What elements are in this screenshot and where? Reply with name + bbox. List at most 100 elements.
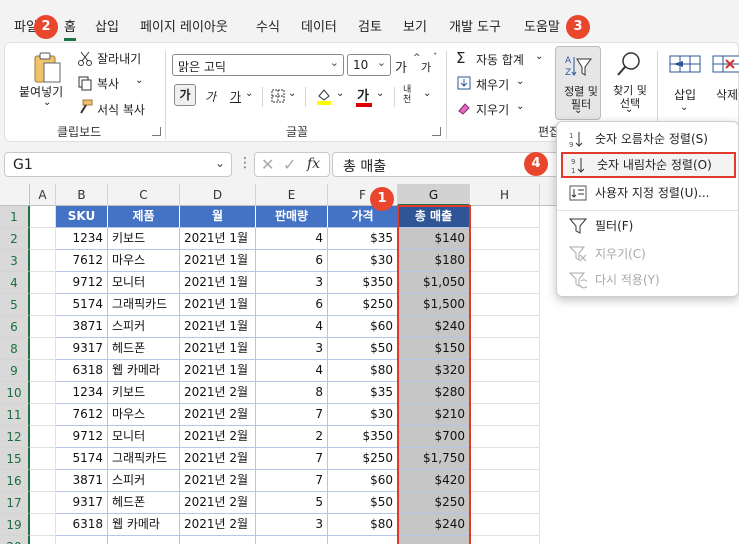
cell[interactable]: 2021년 1월 — [180, 272, 256, 294]
cell[interactable]: 5 — [256, 492, 328, 514]
cell[interactable]: 7612 — [56, 250, 108, 272]
font-color-button[interactable]: 가 — [357, 85, 369, 104]
cell[interactable]: 4 — [256, 228, 328, 250]
cell[interactable]: 2021년 1월 — [180, 360, 256, 382]
tab-help[interactable]: 도움말 — [524, 16, 560, 35]
column-header-c[interactable]: C — [108, 184, 180, 206]
cell[interactable]: 9317 — [56, 492, 108, 514]
fill-button[interactable]: 채우기 — [476, 76, 509, 93]
fill-dropdown-icon[interactable]: ⌄ — [516, 76, 524, 87]
cell[interactable] — [470, 492, 540, 514]
column-header-b[interactable]: B — [56, 184, 108, 206]
cell[interactable]: 6318 — [56, 360, 108, 382]
cell[interactable]: 3 — [256, 514, 328, 536]
cell[interactable] — [470, 206, 540, 228]
paste-dropdown-icon[interactable]: ⌄ — [43, 97, 51, 108]
cell[interactable] — [470, 228, 540, 250]
paste-icon[interactable] — [31, 51, 65, 85]
clipboard-launcher-icon[interactable] — [152, 127, 161, 136]
border-dropdown-icon[interactable]: ⌄ — [288, 88, 296, 99]
cell[interactable]: 2021년 2월 — [180, 448, 256, 470]
more-options-icon[interactable]: ⋮ — [238, 155, 252, 171]
cell[interactable] — [30, 426, 56, 448]
font-size-select[interactable]: 10 ⌄ — [347, 54, 391, 76]
row-header[interactable]: 10 — [0, 382, 30, 404]
cell[interactable]: 6 — [256, 250, 328, 272]
row-header[interactable]: 16 — [0, 470, 30, 492]
cell[interactable] — [108, 536, 180, 544]
clear-dropdown-icon[interactable]: ⌄ — [516, 101, 524, 112]
font-color-dropdown-icon[interactable]: ⌄ — [376, 88, 384, 99]
cell[interactable] — [470, 426, 540, 448]
cell[interactable] — [30, 404, 56, 426]
cell[interactable] — [256, 536, 328, 544]
cell[interactable]: $35 — [328, 228, 398, 250]
tab-home[interactable]: 홈 — [64, 16, 76, 41]
cell[interactable]: 키보드 — [108, 382, 180, 404]
cell[interactable]: 마우스 — [108, 250, 180, 272]
cancel-icon[interactable]: ✕ — [261, 155, 274, 174]
cell[interactable] — [398, 536, 470, 544]
cell[interactable]: 2021년 1월 — [180, 316, 256, 338]
cell[interactable] — [470, 316, 540, 338]
table-header-cell[interactable]: SKU — [56, 206, 108, 228]
cell[interactable]: $420 — [398, 470, 470, 492]
cell[interactable]: 2 — [256, 426, 328, 448]
cell[interactable] — [30, 316, 56, 338]
find-select-button[interactable]: 찾기 및 선택 ⌄ — [605, 46, 651, 120]
row-header[interactable]: 17 — [0, 492, 30, 514]
cell[interactable]: $30 — [328, 250, 398, 272]
border-icon[interactable] — [271, 89, 285, 103]
clear-button[interactable]: 지우기 — [476, 101, 509, 118]
cell[interactable]: $240 — [398, 514, 470, 536]
name-box[interactable]: G1 ⌄ — [4, 152, 232, 177]
cell[interactable] — [30, 470, 56, 492]
menu-item-filter[interactable]: 필터(F) — [561, 213, 736, 239]
cell[interactable] — [30, 206, 56, 228]
cell[interactable]: $140 — [398, 228, 470, 250]
cell[interactable]: $240 — [398, 316, 470, 338]
cell[interactable]: 그래픽카드 — [108, 448, 180, 470]
fill-color-icon[interactable] — [315, 87, 333, 105]
cell[interactable] — [30, 536, 56, 544]
tab-formulas[interactable]: 수식 — [256, 16, 280, 35]
cell[interactable]: 웹 카메라 — [108, 360, 180, 382]
row-header[interactable]: 11 — [0, 404, 30, 426]
cell[interactable]: $60 — [328, 470, 398, 492]
cell[interactable] — [470, 294, 540, 316]
cell[interactable] — [470, 338, 540, 360]
cell[interactable]: 7612 — [56, 404, 108, 426]
row-header[interactable]: 3 — [0, 250, 30, 272]
cell[interactable]: $250 — [398, 492, 470, 514]
cell[interactable]: 2021년 2월 — [180, 426, 256, 448]
underline-dropdown-icon[interactable]: ⌄ — [245, 88, 253, 99]
cell[interactable] — [470, 514, 540, 536]
cell[interactable]: $210 — [398, 404, 470, 426]
cell[interactable]: $350 — [328, 426, 398, 448]
cell[interactable]: 2021년 2월 — [180, 404, 256, 426]
cell[interactable]: $80 — [328, 514, 398, 536]
cell[interactable]: 7 — [256, 404, 328, 426]
tab-insert[interactable]: 삽입 — [95, 16, 119, 35]
row-header[interactable]: 20 — [0, 536, 30, 544]
cell[interactable] — [470, 470, 540, 492]
table-header-cell[interactable]: 판매량 — [256, 206, 328, 228]
row-header[interactable]: 15 — [0, 448, 30, 470]
cell[interactable]: $50 — [328, 338, 398, 360]
menu-item-sort-descending[interactable]: 91 숫자 내림차순 정렬(O) — [561, 152, 736, 178]
cell[interactable]: $320 — [398, 360, 470, 382]
cell[interactable]: 5174 — [56, 448, 108, 470]
insert-function-icon[interactable]: fx — [307, 156, 320, 172]
cell[interactable]: $30 — [328, 404, 398, 426]
cell[interactable]: 키보드 — [108, 228, 180, 250]
cell[interactable]: $35 — [328, 382, 398, 404]
cell[interactable]: $350 — [328, 272, 398, 294]
menu-item-custom-sort[interactable]: 사용자 지정 정렬(U)... — [561, 180, 736, 206]
cell[interactable] — [30, 272, 56, 294]
font-launcher-icon[interactable] — [432, 127, 441, 136]
shrink-font-button[interactable]: 가 — [421, 59, 431, 75]
autosum-dropdown-icon[interactable]: ⌄ — [535, 51, 543, 62]
copy-dropdown-icon[interactable]: ⌄ — [135, 75, 143, 86]
cell[interactable]: 4 — [256, 360, 328, 382]
cell[interactable]: 헤드폰 — [108, 492, 180, 514]
